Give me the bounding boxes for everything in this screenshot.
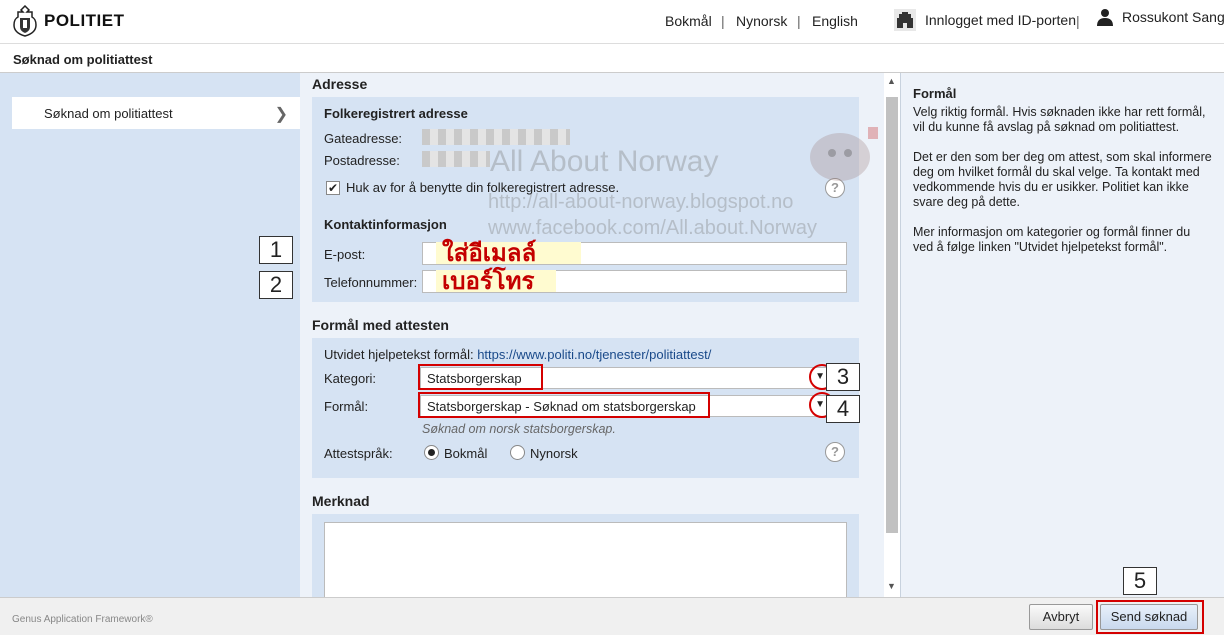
brand-name: POLITIET [44, 11, 125, 30]
address-section-title: Adresse [312, 76, 368, 92]
annotation-step-4: 4 [826, 395, 860, 423]
form-scrollbar[interactable]: ▲ ▼ [884, 73, 900, 597]
radio-nynorsk[interactable] [510, 445, 525, 460]
postal-value-blurred [422, 151, 490, 167]
watermark-blog-url: http://all-about-norway.blogspot.no [488, 191, 794, 213]
lang-english-link[interactable]: English [812, 13, 858, 29]
help-pane: Formål Velg riktig formål. Hvis søknaden… [900, 73, 1224, 597]
annotation-purpose-highlight [418, 392, 710, 418]
sidebar-item-label: Søknad om politiattest [44, 105, 173, 121]
lang-separator: | [721, 13, 725, 29]
header-separator: | [1076, 13, 1080, 29]
help-paragraph: Velg riktig formål. Hvis søknaden ikke h… [913, 105, 1206, 134]
chevron-right-icon: ❯ [274, 106, 288, 123]
thai-email-annotation: ใส่อีเมลล์ [436, 241, 581, 265]
extended-help-label: Utvidet hjelpetekst formål: [324, 347, 474, 362]
title-bar: Søknad om politiattest [0, 45, 1224, 73]
page-title: Søknad om politiattest [13, 52, 153, 67]
extended-help-link[interactable]: https://www.politi.no/tjenester/politiat… [477, 347, 711, 362]
annotation-step-5: 5 [1123, 567, 1157, 595]
remarks-panel [312, 514, 859, 597]
postal-label: Postadresse: [324, 153, 400, 168]
sidebar-item-application[interactable]: Søknad om politiattest ❯ [12, 97, 300, 129]
lang-separator: | [797, 13, 801, 29]
remarks-section-title: Merknad [312, 493, 370, 509]
cancel-button[interactable]: Avbryt [1029, 604, 1093, 630]
watermark-title: All About Norway [490, 145, 719, 178]
radio-bokmal[interactable] [424, 445, 439, 460]
scroll-down-icon[interactable]: ▼ [887, 581, 896, 591]
footer-bar: Genus Application Framework® Avbryt Send… [0, 597, 1224, 635]
street-value-blurred [422, 129, 570, 145]
help-paragraph: Det er den som ber deg om attest, som sk… [913, 150, 1212, 209]
registered-address-title: Folkeregistrert adresse [324, 106, 468, 121]
politiet-logo[interactable]: POLITIET [12, 5, 125, 37]
contact-info-title: Kontaktinformasjon [324, 217, 447, 232]
annotation-step-3: 3 [826, 363, 860, 391]
purpose-hint: Søknad om norsk statsborgerskap. [422, 422, 616, 436]
annotation-category-highlight [418, 364, 543, 390]
user-icon [1097, 9, 1113, 26]
form-area[interactable]: Adresse Folkeregistrert adresse Gateadre… [300, 73, 884, 597]
user-menu[interactable]: Rossukont Sangp [1096, 8, 1224, 26]
email-label: E-post: [324, 247, 366, 262]
scrollbar-thumb[interactable] [886, 97, 898, 533]
purpose-panel: Utvidet hjelpetekst formål: https://www.… [312, 338, 860, 478]
remarks-textarea[interactable] [324, 522, 847, 597]
help-paragraph: Mer informasjon om kategorier og formål … [913, 225, 1191, 254]
thai-phone-annotation: เบอร์โทร [436, 269, 556, 293]
purpose-section-title: Formål med attesten [312, 317, 449, 333]
use-registered-address-checkbox[interactable]: ✔ [326, 181, 340, 195]
annotation-step-2: 2 [259, 271, 293, 299]
annotation-submit-highlight [1096, 600, 1204, 634]
police-crest-icon [13, 5, 37, 37]
sidebar: Søknad om politiattest ❯ 1 2 [0, 73, 300, 597]
top-bar: POLITIET Bokmål | Nynorsk | English Innl… [0, 0, 1224, 44]
annotation-step-1: 1 [259, 236, 293, 264]
radio-bokmal-label: Bokmål [444, 446, 488, 461]
framework-label: Genus Application Framework® [12, 614, 153, 625]
user-name: Rossukont Sangp [1122, 9, 1224, 25]
lang-bokmal-link[interactable]: Bokmål [665, 13, 712, 29]
help-icon[interactable]: ? [825, 442, 845, 462]
lang-nynorsk-link[interactable]: Nynorsk [736, 13, 787, 29]
language-label: Attestspråk: [324, 446, 393, 461]
radio-nynorsk-label: Nynorsk [530, 446, 578, 461]
extended-help-text: Utvidet hjelpetekst formål: https://www.… [324, 347, 711, 362]
help-pane-title: Formål [913, 86, 957, 101]
watermark-facebook-url: www.facebook.com/All.about.Norway [488, 217, 818, 239]
purpose-label: Formål: [324, 399, 369, 414]
login-text: Innlogget med ID-porten [925, 12, 1076, 28]
phone-label: Telefonnummer: [324, 275, 418, 290]
login-status: Innlogget med ID-porten [893, 8, 1076, 32]
street-label: Gateadresse: [324, 131, 403, 146]
watermark-troll-icon [810, 127, 878, 181]
id-porten-icon [894, 9, 916, 31]
category-label: Kategori: [324, 371, 377, 386]
scroll-up-icon[interactable]: ▲ [887, 76, 896, 86]
